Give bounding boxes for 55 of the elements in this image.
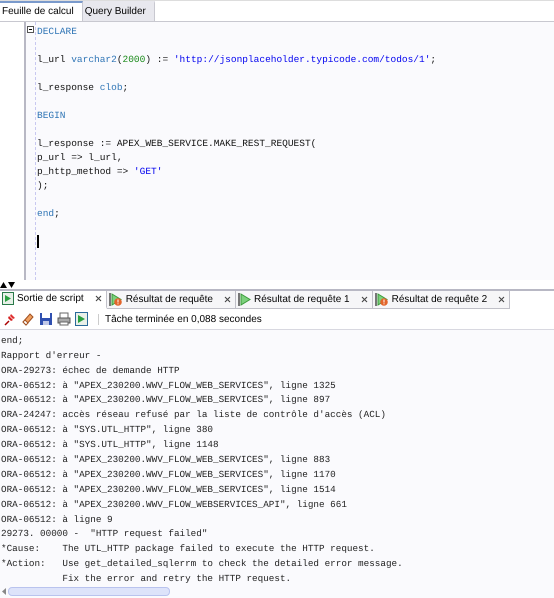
scrollbar-thumb[interactable] <box>8 587 170 596</box>
output-line: ORA-06512: à "APEX_230200.WWV_FLOW_WEB_SERVICES", ligne 1325 <box>1 380 336 391</box>
code-line: end; <box>37 208 60 220</box>
splitter-arrows-icon[interactable] <box>0 280 16 288</box>
print-icon[interactable] <box>57 312 71 326</box>
tab-label: Sortie de script <box>17 293 84 304</box>
output-line: ORA-06512: à "SYS.UTL_HTTP", ligne 380 <box>1 424 214 436</box>
code-line: l_url varchar2(2000) := 'http://jsonplaceholder.typicode.com/todos/1'; <box>37 54 436 66</box>
editor-tab[interactable]: Query Builder <box>82 1 155 21</box>
code-line: l_response clob; <box>37 82 128 94</box>
code-line: DECLARE <box>37 26 77 38</box>
status-text: Tâche terminée en 0,088 secondes <box>98 314 262 325</box>
output-line: ORA-06512: à ligne 9 <box>1 514 113 525</box>
script-icon[interactable] <box>75 312 88 326</box>
play-warning-icon <box>374 292 389 306</box>
code-line: p_http_method => 'GET' <box>37 166 162 178</box>
output-line: ORA-06512: à "APEX_230200.WWV_FLOW_WEB_SERVICES", ligne 897 <box>1 394 330 406</box>
tab-label: Résultat de requête 1 <box>254 294 350 305</box>
output-tab[interactable]: Résultat de requête <box>106 290 236 310</box>
editor-tab[interactable]: Feuille de calcul <box>0 1 83 21</box>
script-icon <box>2 292 14 306</box>
output-line: ORA-06512: à "APEX_230200.WWV_FLOW_WEB_SERVICES", ligne 1514 <box>1 484 336 495</box>
output-line: Fix the error and retry the HTTP request. <box>61 573 292 584</box>
output-tab[interactable]: Sortie de script <box>0 290 107 310</box>
close-icon[interactable] <box>498 296 506 303</box>
save-icon[interactable] <box>39 312 53 326</box>
code-line: p_url => l_url, <box>37 152 123 164</box>
output-line: *Action: Use get_detailed_sqlerrm to check the detailed error message. <box>1 558 403 570</box>
tab-label: Résultat de requête <box>126 294 213 305</box>
close-icon[interactable] <box>94 295 102 302</box>
output-line: 29273. 00000 - "HTTP request failed" <box>1 528 208 540</box>
output-line: ORA-24247: accès réseau refusé par la liste de contrôle d'accès (ACL) <box>1 409 386 420</box>
close-icon[interactable] <box>224 296 231 303</box>
output-line: *Cause: The UTL_HTTP package failed to execute the HTTP request. <box>1 543 375 554</box>
output-tab[interactable]: Résultat de requête 1 <box>236 290 373 310</box>
eraser-icon[interactable] <box>21 312 35 326</box>
scroll-left-icon[interactable] <box>2 588 6 596</box>
output-tab[interactable]: Résultat de requête 2 <box>372 290 510 310</box>
code-line: ); <box>37 180 48 192</box>
output-line: ORA-29273: échec de demande HTTP <box>1 364 180 376</box>
output-line: ORA-06512: à "APEX_230200.WWV_FLOW_WEB_SERVICES", ligne 883 <box>1 454 330 465</box>
collapse-icon[interactable] <box>27 26 34 33</box>
output-line: ORA-06512: à "APEX_230200.WWV_FLOW_WEBSERVICES_API", ligne 661 <box>1 498 347 510</box>
output-line: end; <box>1 334 24 346</box>
play-icon <box>238 292 251 306</box>
pin-icon[interactable] <box>3 312 17 326</box>
play-warning-icon <box>108 292 123 306</box>
code-line: BEGIN <box>37 110 66 122</box>
output-line: Rapport d'erreur - <box>1 350 102 361</box>
output-line: ORA-06512: à "SYS.UTL_HTTP", ligne 1148 <box>1 439 219 450</box>
tab-label: Résultat de requête 2 <box>392 294 488 305</box>
text-caret <box>37 235 39 248</box>
close-icon[interactable] <box>360 296 368 303</box>
code-line: l_response := APEX_WEB_SERVICE.MAKE_REST_REQUEST( <box>37 138 316 150</box>
output-line: ORA-06512: à "APEX_230200.WWV_FLOW_WEB_SERVICES", ligne 1170 <box>1 468 336 480</box>
